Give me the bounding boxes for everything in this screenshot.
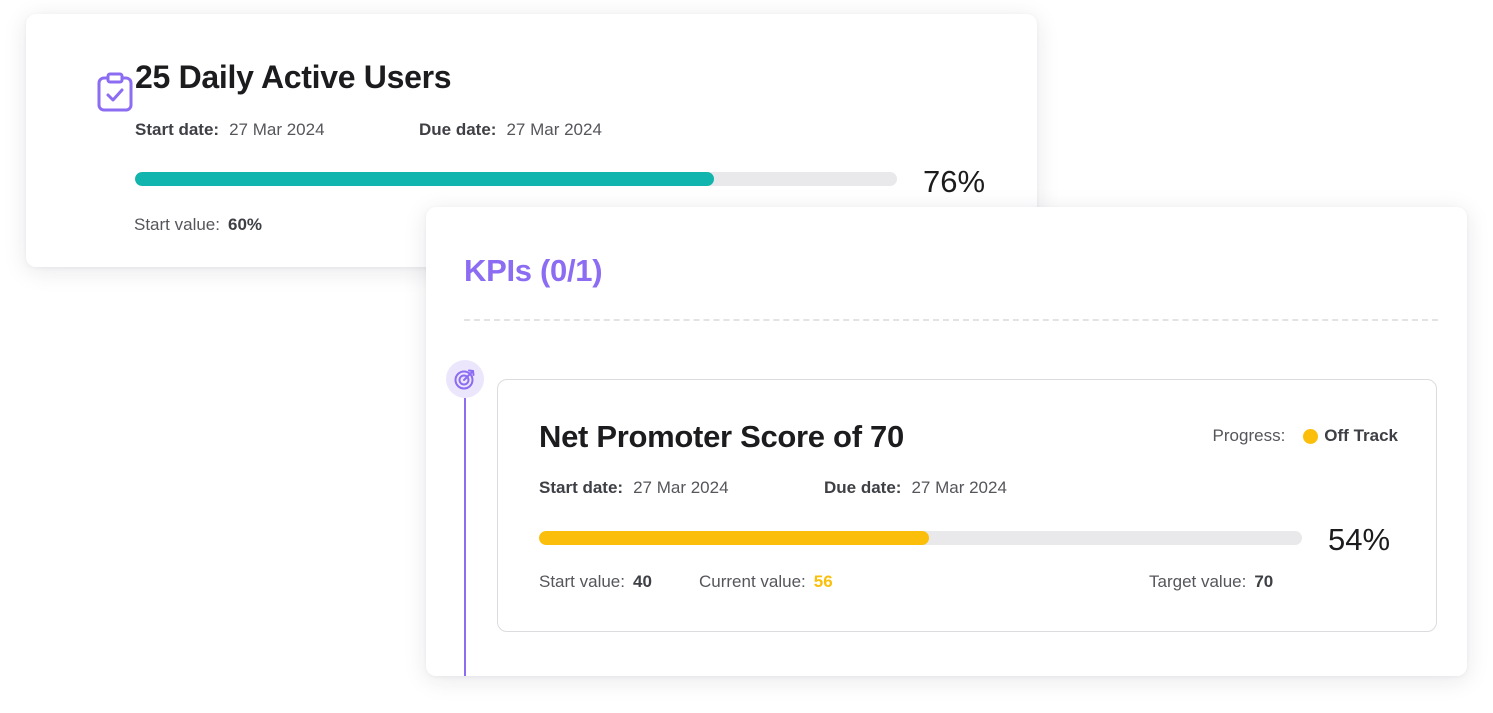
kpi-due-date: Due date: 27 Mar 2024 — [824, 478, 1007, 498]
kpi-start-date: Start date: 27 Mar 2024 — [539, 478, 729, 498]
kpi-name: Net Promoter Score of 70 — [539, 419, 904, 454]
start-value: 40 — [633, 572, 652, 591]
objective-progress-bar — [135, 172, 897, 186]
dashed-divider — [464, 319, 1438, 321]
start-value-label: Start value: — [134, 215, 220, 234]
start-date-label: Start date: — [135, 120, 220, 139]
objective-progress-fill — [135, 172, 715, 186]
start-date-value: 27 Mar 2024 — [633, 478, 729, 497]
kpi-start-value: Start value: 40 — [539, 572, 652, 592]
clipboard-check-icon — [96, 72, 134, 112]
current-value-label: Current value: — [699, 572, 806, 591]
target-value: 70 — [1254, 572, 1274, 591]
kpis-title[interactable]: KPIs (0/1) — [464, 253, 603, 289]
kpi-progress-percent: 54% — [1328, 522, 1391, 557]
target-value-label: Target value: — [1149, 572, 1247, 591]
start-date-label: Start date: — [539, 478, 624, 497]
objective-title: 25 Daily Active Users — [135, 59, 452, 95]
current-value: 56 — [813, 572, 833, 591]
status-badge: Off Track — [1324, 426, 1398, 445]
start-value-label: Start value: — [539, 572, 625, 591]
kpi-card[interactable]: Net Promoter Score of 70 Progress: Off T… — [497, 379, 1437, 632]
kpi-progress-status: Progress: Off Track — [1213, 426, 1398, 446]
start-date-value: 27 Mar 2024 — [229, 120, 325, 139]
due-date-value: 27 Mar 2024 — [506, 120, 602, 139]
kpis-panel: KPIs (0/1) Net Promoter Score of 70 Prog… — [426, 207, 1467, 676]
timeline-line — [464, 398, 466, 676]
status-dot-icon — [1303, 428, 1319, 444]
objective-start-date: Start date: 27 Mar 2024 — [135, 120, 325, 140]
start-value: 60% — [228, 215, 263, 234]
kpi-current-value: Current value: 56 — [699, 572, 833, 592]
objective-due-date: Due date: 27 Mar 2024 — [419, 120, 602, 140]
stage: 25 Daily Active Users Start date: 27 Mar … — [0, 0, 1493, 713]
due-date-value: 27 Mar 2024 — [911, 478, 1007, 497]
target-icon — [446, 360, 484, 398]
due-date-label: Due date: — [824, 478, 902, 497]
kpi-target-value: Target value: 70 — [1149, 572, 1273, 592]
progress-label: Progress: — [1212, 426, 1286, 445]
kpi-progress-bar — [539, 531, 1302, 545]
objective-start-value: Start value: 60% — [134, 215, 262, 235]
kpi-progress-fill — [539, 531, 929, 545]
objective-progress-percent: 76% — [923, 164, 986, 199]
due-date-label: Due date: — [419, 120, 497, 139]
